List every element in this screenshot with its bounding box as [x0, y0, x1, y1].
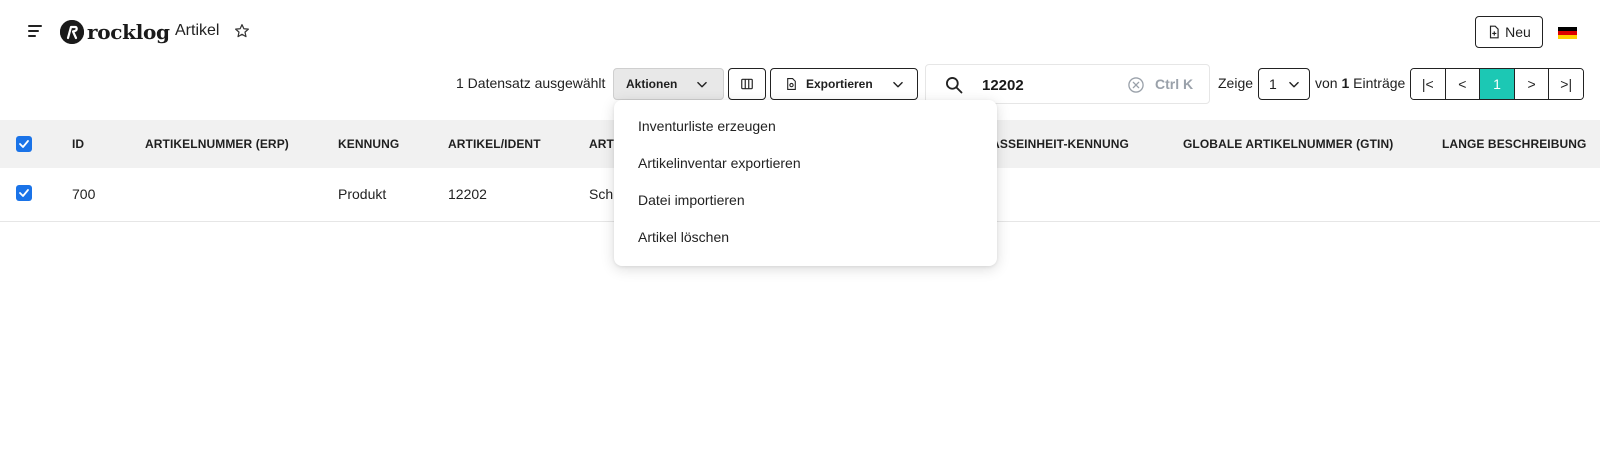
first-page-button[interactable]: |<: [1411, 69, 1446, 99]
page-size-value: 1: [1269, 76, 1277, 92]
cell-kennung: Produkt: [338, 186, 387, 202]
page-title: Artikel: [175, 22, 220, 39]
last-page-button[interactable]: >|: [1549, 69, 1583, 99]
new-button-label: Neu: [1505, 24, 1531, 40]
export-label: Exportieren: [806, 77, 873, 91]
menu-item-datei-importieren[interactable]: Datei importieren: [638, 192, 745, 208]
column-header-id[interactable]: ID: [72, 137, 84, 151]
chevron-down-icon: [891, 78, 905, 95]
column-header-erp[interactable]: ARTIKELNUMMER (ERP): [145, 137, 289, 151]
column-header-ident[interactable]: ARTIKEL/IDENT: [448, 137, 541, 151]
hamburger-menu-icon[interactable]: [24, 20, 46, 42]
logo-mark-icon: [60, 20, 84, 44]
column-header-beschreibung[interactable]: LANGE BESCHREIBUNG: [1442, 137, 1586, 151]
actions-dropdown-menu: Inventurliste erzeugen Artikelinventar e…: [614, 100, 997, 266]
search-box: Ctrl K: [925, 64, 1210, 104]
column-header-kennung[interactable]: KENNUNG: [338, 137, 399, 151]
german-flag-icon[interactable]: [1558, 27, 1577, 39]
cell-art: Sch: [589, 186, 614, 202]
cell-ident: 12202: [448, 186, 487, 202]
selection-count-text: 1 Datensatz ausgewählt: [456, 75, 606, 91]
page-size-label: Zeige: [1218, 75, 1254, 91]
current-page-button[interactable]: 1: [1480, 69, 1515, 99]
chevron-down-icon: [1287, 78, 1301, 95]
columns-icon: [741, 78, 753, 90]
rocklog-logo[interactable]: rocklog: [60, 19, 170, 45]
export-file-icon: [787, 78, 796, 90]
menu-item-inventurliste[interactable]: Inventurliste erzeugen: [638, 118, 776, 134]
search-input[interactable]: [982, 74, 1112, 96]
next-page-button[interactable]: >: [1514, 69, 1550, 99]
search-shortcut-hint: Ctrl K: [1155, 76, 1194, 92]
search-icon: [944, 75, 964, 95]
actions-dropdown-button[interactable]: Aktionen: [613, 68, 724, 100]
row-select-checkbox[interactable]: [16, 185, 32, 201]
previous-page-button[interactable]: <: [1445, 69, 1481, 99]
column-header-gtin[interactable]: GLOBALE ARTIKELNUMMER (GTIN): [1183, 137, 1393, 151]
column-header-masseinheit[interactable]: MASSEINHEIT-KENNUNG: [981, 137, 1129, 151]
new-item-button[interactable]: Neu: [1475, 16, 1543, 48]
new-file-icon: [1490, 25, 1499, 39]
clear-search-icon[interactable]: [1126, 75, 1146, 95]
logo-text: rocklog: [87, 20, 170, 44]
page-size-select[interactable]: 1: [1258, 68, 1310, 100]
star-favorite-icon[interactable]: [233, 22, 251, 40]
chevron-down-icon: [695, 78, 709, 95]
cell-id: 700: [72, 186, 96, 202]
entries-count-text: von 1 Einträge: [1315, 75, 1406, 91]
checkmark-icon: [19, 140, 29, 148]
menu-item-artikelinventar-export[interactable]: Artikelinventar exportieren: [638, 155, 801, 171]
app-header: rocklog Artikel Neu: [0, 0, 1600, 64]
pagination: |< < 1 > >|: [1410, 68, 1584, 100]
menu-item-artikel-loeschen[interactable]: Artikel löschen: [638, 229, 729, 245]
column-header-art[interactable]: ART: [589, 137, 614, 151]
select-all-checkbox[interactable]: [16, 136, 32, 152]
checkmark-icon: [19, 189, 29, 197]
export-dropdown-button[interactable]: Exportieren: [770, 68, 918, 100]
entries-count: 1: [1341, 75, 1350, 91]
column-settings-button[interactable]: [728, 68, 766, 100]
actions-label: Aktionen: [626, 77, 678, 91]
